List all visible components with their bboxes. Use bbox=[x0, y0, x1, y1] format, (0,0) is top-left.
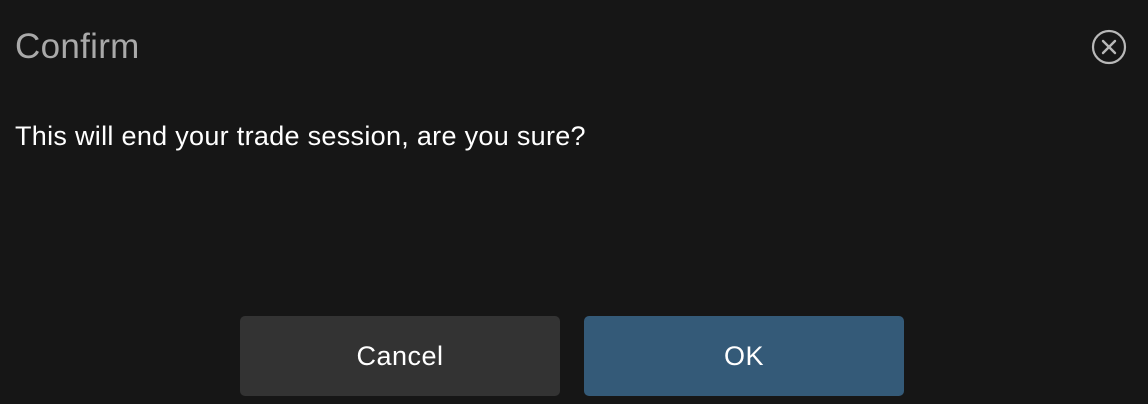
ok-button[interactable]: OK bbox=[584, 316, 904, 396]
cancel-button[interactable]: Cancel bbox=[240, 316, 560, 396]
close-circle-icon bbox=[1091, 29, 1127, 65]
confirm-dialog: Confirm This will end your trade session… bbox=[0, 0, 1148, 404]
ok-button-label: OK bbox=[723, 340, 764, 371]
close-button[interactable] bbox=[1091, 29, 1127, 65]
dialog-title: Confirm bbox=[15, 27, 140, 66]
dialog-message: This will end your trade session, are yo… bbox=[15, 121, 586, 151]
cancel-button-label: Cancel bbox=[356, 340, 444, 371]
